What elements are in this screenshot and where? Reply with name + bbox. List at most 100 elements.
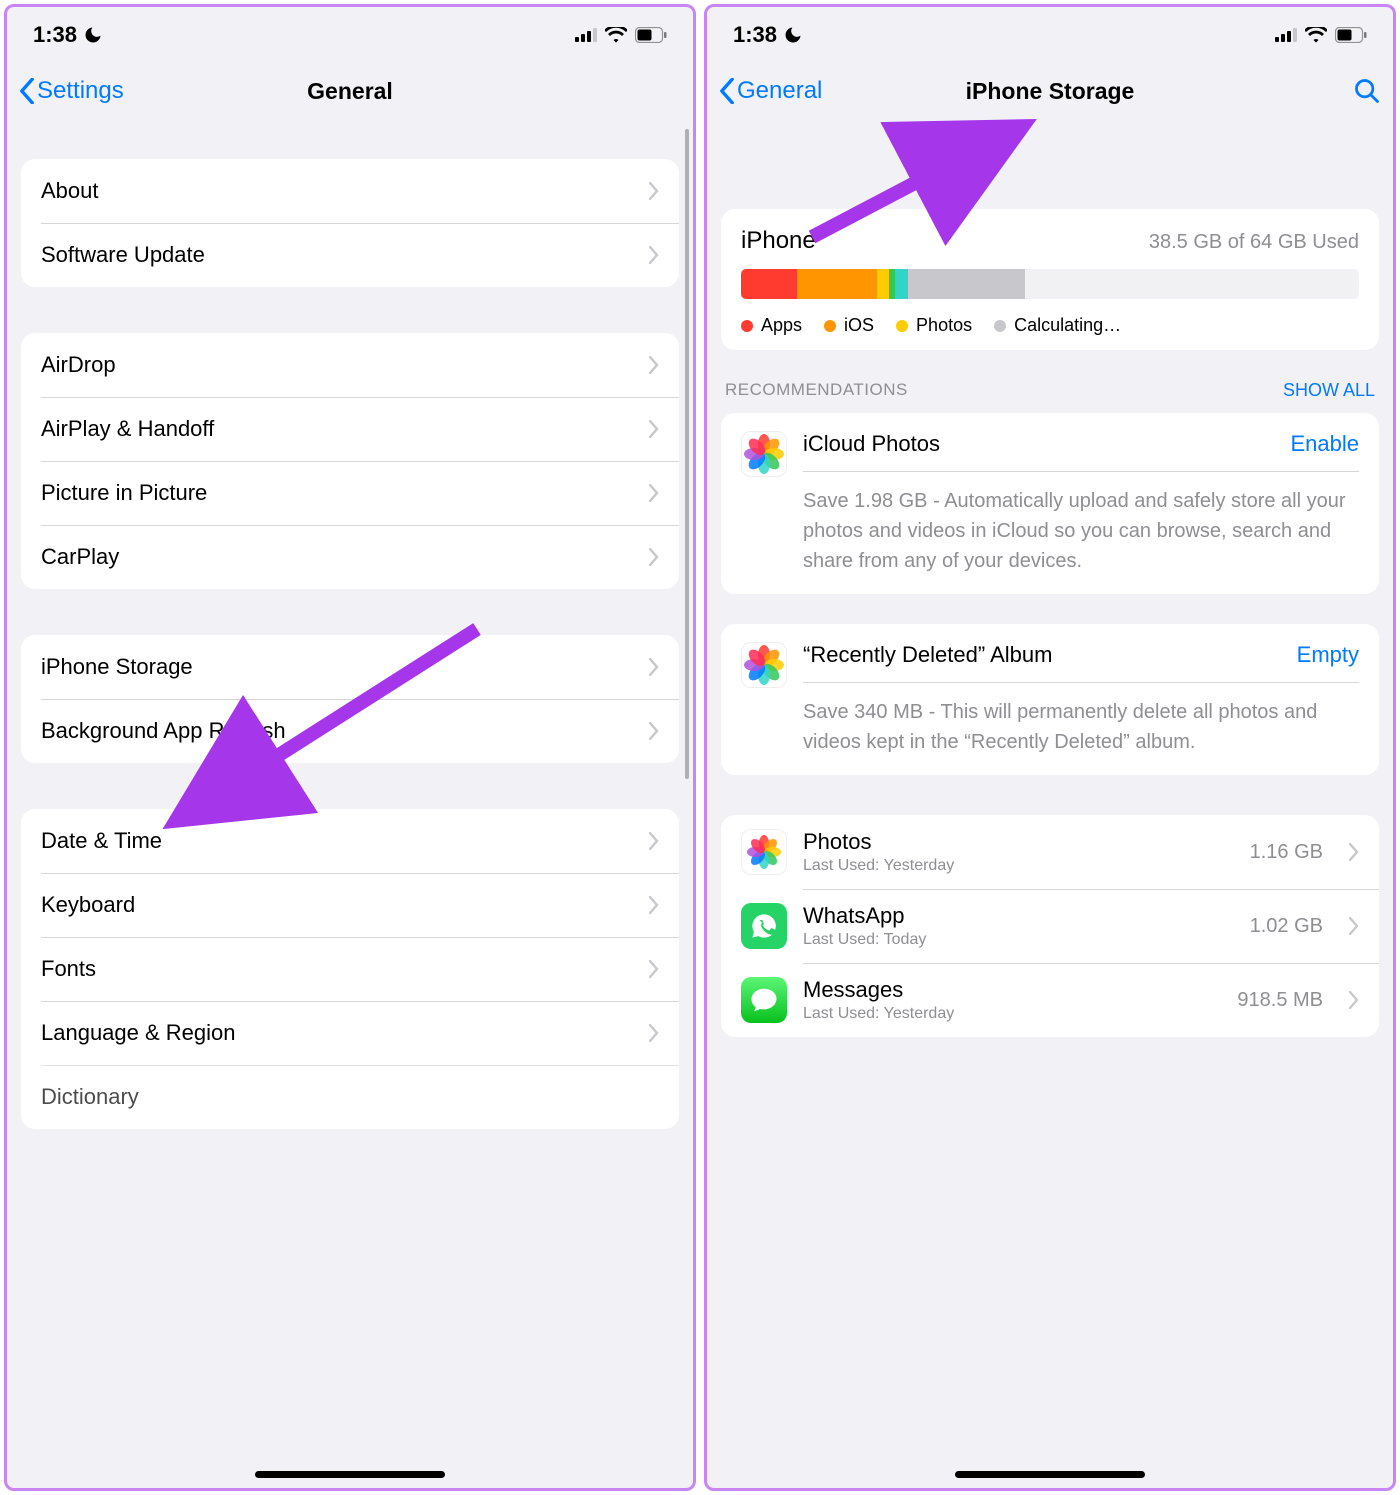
wifi-icon [1305, 27, 1327, 43]
legend-item: iOS [824, 315, 874, 336]
row-label: CarPlay [41, 544, 649, 570]
storage-seg-ios [797, 269, 877, 299]
rec-icloud-photos[interactable]: iCloud Photos Enable Save 1.98 GB - Auto… [721, 413, 1379, 594]
rec-enable-button[interactable]: Enable [1290, 431, 1359, 457]
recommendations-header: RECOMMENDATIONS SHOW ALL [721, 380, 1379, 401]
group-airdrop: AirDrop AirPlay & Handoff Picture in Pic… [21, 333, 679, 589]
section-title: RECOMMENDATIONS [725, 380, 908, 401]
legend-label: iOS [844, 315, 874, 336]
row-label: Picture in Picture [41, 480, 649, 506]
legend-label: Calculating… [1014, 315, 1121, 336]
rec-recently-deleted[interactable]: “Recently Deleted” Album Empty Save 340 … [721, 624, 1379, 775]
row-fonts[interactable]: Fonts [21, 937, 679, 1001]
app-name: WhatsApp [803, 903, 1234, 929]
chevron-right-icon [649, 548, 659, 566]
cellular-icon [575, 28, 597, 42]
row-dictionary[interactable]: Dictionary [21, 1065, 679, 1129]
app-name: Photos [803, 829, 1234, 855]
device-label: iPhone [741, 227, 816, 255]
row-software-update[interactable]: Software Update [21, 223, 679, 287]
scroll-indicator[interactable] [685, 129, 689, 779]
chevron-right-icon [649, 960, 659, 978]
status-time: 1:38 [33, 22, 77, 48]
legend-item: Apps [741, 315, 802, 336]
app-size: 1.16 GB [1250, 841, 1323, 864]
legend-item: Photos [896, 315, 972, 336]
photos-app-icon [741, 642, 787, 688]
storage-bar [741, 269, 1359, 299]
legend-item: Calculating… [994, 315, 1121, 336]
storage-legend: Apps iOS Photos Calculating… [741, 315, 1359, 336]
row-airplay-handoff[interactable]: AirPlay & Handoff [21, 397, 679, 461]
chevron-right-icon [649, 484, 659, 502]
status-time: 1:38 [733, 22, 777, 48]
chevron-right-icon [1349, 917, 1359, 935]
row-iphone-storage[interactable]: iPhone Storage [21, 635, 679, 699]
rec-title: iCloud Photos [803, 431, 940, 457]
whatsapp-app-icon [741, 903, 787, 949]
row-about[interactable]: About [21, 159, 679, 223]
iphone-storage-screen: 1:38 General iPhone Storage iPhone 38.5 … [704, 4, 1396, 1491]
row-label: Date & Time [41, 828, 649, 854]
content-scroll[interactable]: iPhone 38.5 GB of 64 GB Used AppsiOSPhot… [707, 119, 1393, 1488]
row-label: iPhone Storage [41, 654, 649, 680]
status-bar: 1:38 [7, 7, 693, 63]
storage-seg-photos [877, 269, 889, 299]
content-scroll[interactable]: About Software Update AirDrop AirPlay & … [7, 119, 693, 1488]
row-label: Dictionary [41, 1084, 659, 1110]
app-row-whatsapp[interactable]: WhatsApp Last Used: Today 1.02 GB [721, 889, 1379, 963]
app-size: 918.5 MB [1237, 989, 1323, 1012]
back-button[interactable]: General [719, 77, 822, 105]
row-label: AirDrop [41, 352, 649, 378]
status-bar: 1:38 [707, 7, 1393, 63]
chevron-right-icon [649, 246, 659, 264]
group-about: About Software Update [21, 159, 679, 287]
search-icon[interactable] [1353, 77, 1381, 105]
app-last-used: Last Used: Today [803, 931, 1234, 949]
row-language-region[interactable]: Language & Region [21, 1001, 679, 1065]
row-keyboard[interactable]: Keyboard [21, 873, 679, 937]
rec-empty-button[interactable]: Empty [1297, 642, 1359, 668]
back-button[interactable]: Settings [19, 77, 124, 105]
photos-app-icon [741, 829, 787, 875]
chevron-left-icon [19, 78, 35, 104]
app-size: 1.02 GB [1250, 915, 1323, 938]
row-label: Keyboard [41, 892, 649, 918]
row-background-app-refresh[interactable]: Background App Refresh [21, 699, 679, 763]
nav-bar: General iPhone Storage [707, 63, 1393, 119]
app-storage-list: Photos Last Used: Yesterday 1.16 GB What… [721, 815, 1379, 1037]
show-all-button[interactable]: SHOW ALL [1283, 380, 1375, 401]
messages-app-icon [741, 977, 787, 1023]
group-date-time: Date & Time Keyboard Fonts Language & Re… [21, 809, 679, 1129]
back-label: Settings [37, 77, 124, 105]
chevron-right-icon [649, 658, 659, 676]
row-date-time[interactable]: Date & Time [21, 809, 679, 873]
nav-bar: Settings General [7, 63, 693, 119]
chevron-right-icon [649, 1024, 659, 1042]
chevron-right-icon [1349, 843, 1359, 861]
row-picture-in-picture[interactable]: Picture in Picture [21, 461, 679, 525]
row-label: Software Update [41, 242, 649, 268]
rec-description: Save 340 MB - This will permanently dele… [803, 697, 1359, 757]
chevron-right-icon [649, 182, 659, 200]
app-last-used: Last Used: Yesterday [803, 1005, 1221, 1023]
back-label: General [737, 77, 822, 105]
row-label: AirPlay & Handoff [41, 416, 649, 442]
photos-app-icon [741, 431, 787, 477]
battery-icon [635, 27, 667, 43]
row-carplay[interactable]: CarPlay [21, 525, 679, 589]
legend-label: Apps [761, 315, 802, 336]
row-label: Fonts [41, 956, 649, 982]
row-airdrop[interactable]: AirDrop [21, 333, 679, 397]
home-indicator[interactable] [255, 1471, 445, 1478]
home-indicator[interactable] [955, 1471, 1145, 1478]
row-label: Language & Region [41, 1020, 649, 1046]
battery-icon [1335, 27, 1367, 43]
legend-dot-icon [896, 320, 908, 332]
app-row-photos[interactable]: Photos Last Used: Yesterday 1.16 GB [721, 815, 1379, 889]
app-row-messages[interactable]: Messages Last Used: Yesterday 918.5 MB [721, 963, 1379, 1037]
group-storage: iPhone Storage Background App Refresh [21, 635, 679, 763]
storage-card: iPhone 38.5 GB of 64 GB Used AppsiOSPhot… [721, 209, 1379, 350]
rec-description: Save 1.98 GB - Automatically upload and … [803, 486, 1359, 576]
legend-dot-icon [824, 320, 836, 332]
